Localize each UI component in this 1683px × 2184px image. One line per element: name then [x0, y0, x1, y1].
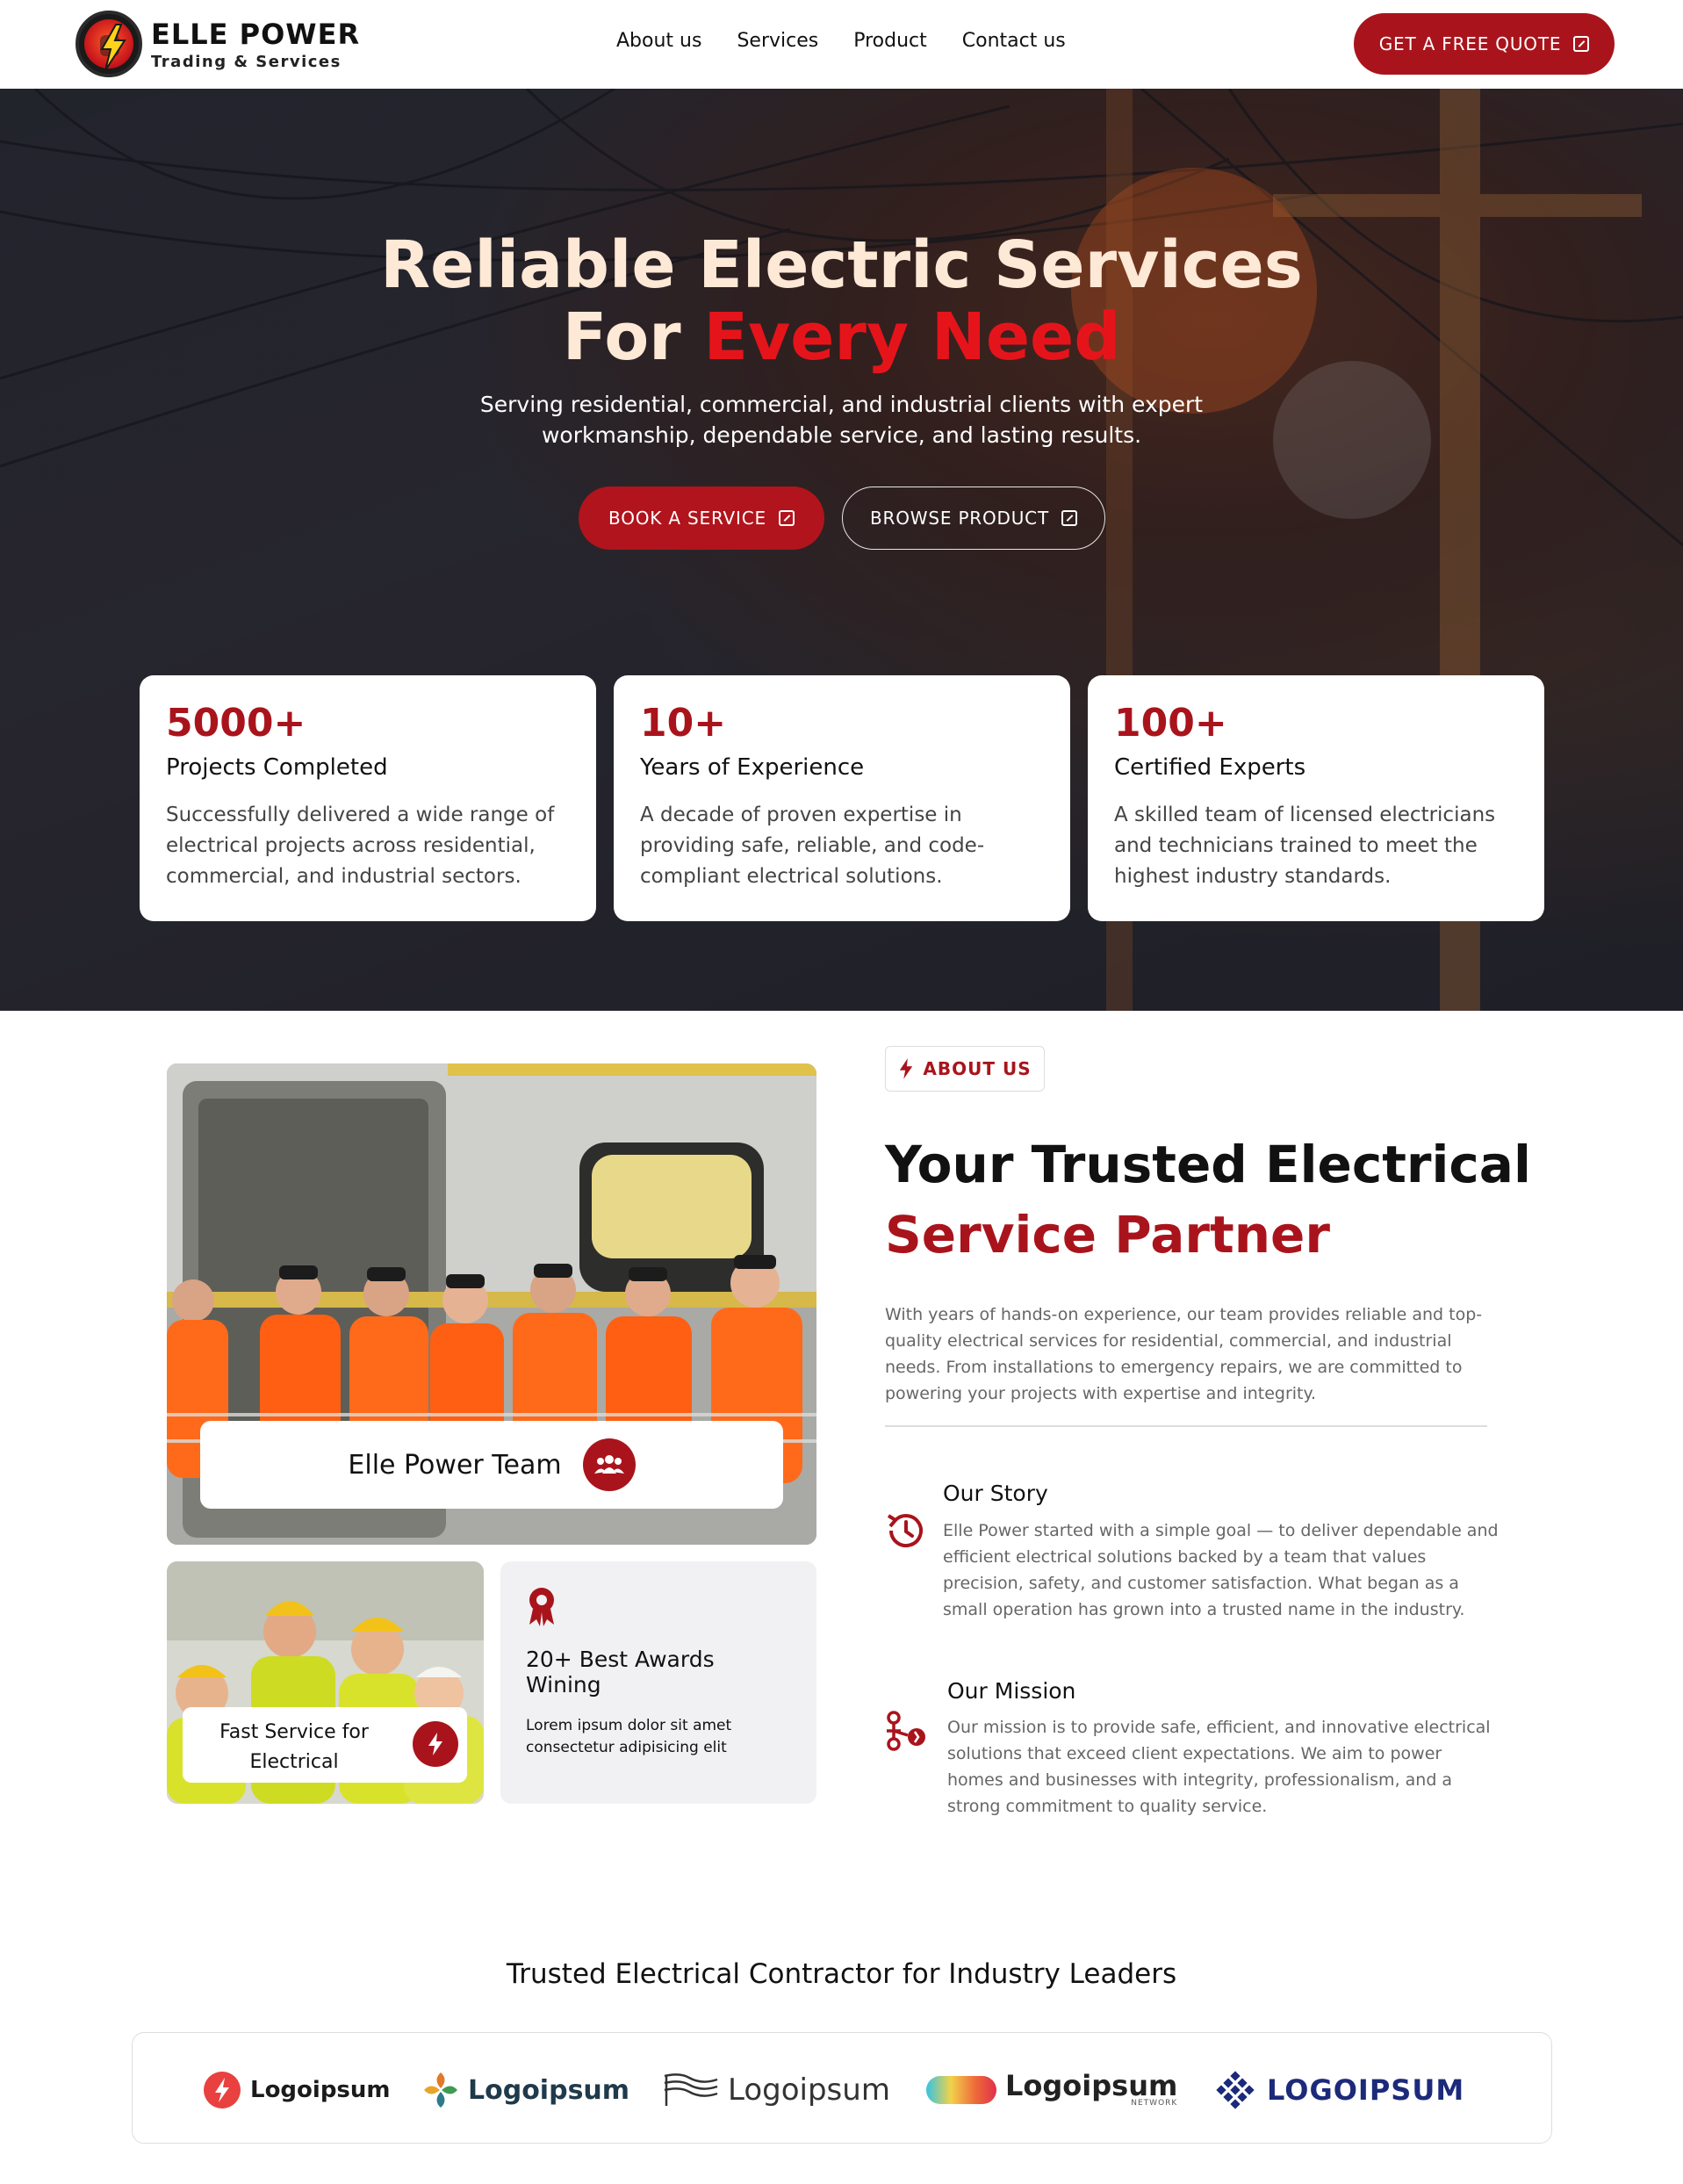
hero-title-plain: For	[562, 299, 704, 375]
browse-product-button[interactable]: BROWSE PRODUCT	[842, 487, 1105, 550]
about-intro: With years of hands-on experience, our t…	[885, 1305, 1483, 1403]
award-ribbon-icon	[526, 1586, 791, 1631]
stat-description: A skilled team of licensed electricians …	[1114, 804, 1496, 888]
lightning-circle-icon	[204, 2072, 241, 2108]
partner-logo-1[interactable]: Logoipsum	[203, 2068, 391, 2112]
our-story-title: Our Story	[943, 1481, 1048, 1506]
our-mission-text: Our mission is to provide safe, efficien…	[947, 1718, 1491, 1816]
diamond-pattern-icon	[1216, 2071, 1255, 2109]
stat-number: 100+	[1114, 701, 1227, 746]
team-label-card: Elle Power Team	[200, 1421, 783, 1509]
nav-contact-us[interactable]: Contact us	[962, 30, 1066, 52]
partner-logo-4-text: Logoipsum	[1005, 2069, 1178, 2102]
our-mission-title: Our Mission	[947, 1678, 1076, 1704]
hero-section: Reliable Electric Services For Every Nee…	[0, 89, 1683, 1011]
external-link-icon	[1061, 510, 1077, 526]
top-navbar: ELLE POWER Trading & Services About us S…	[0, 0, 1683, 89]
partner-logo-3[interactable]: Logoipsum	[663, 2068, 890, 2112]
our-story-text: Elle Power started with a simple goal — …	[943, 1521, 1499, 1619]
stat-card-experience: 10+ Years of Experience A decade of prov…	[614, 675, 1070, 921]
flag-lines-icon	[664, 2073, 718, 2106]
partner-logo-5[interactable]: LOGOIPSUM	[1212, 2068, 1464, 2112]
nav-product[interactable]: Product	[853, 30, 927, 52]
flower-icon	[424, 2072, 457, 2108]
stat-title: Certified Experts	[1114, 754, 1306, 781]
book-service-button[interactable]: BOOK A SERVICE	[579, 487, 824, 550]
partner-logo-4-sub: NETWORK	[1131, 2099, 1178, 2108]
hero-title-accent: Every Need	[703, 299, 1121, 375]
get-free-quote-button[interactable]: GET A FREE QUOTE	[1354, 13, 1615, 75]
about-heading-plain: Your Trusted Electrical	[885, 1135, 1531, 1194]
mission-network-icon	[883, 1709, 927, 1753]
brand-name: ELLE POWER	[151, 18, 361, 51]
lightning-fist-icon	[76, 11, 142, 77]
external-link-icon	[778, 510, 795, 526]
partner-logo-4[interactable]: Logoipsum NETWORK	[926, 2068, 1177, 2112]
hero-title-line2: For Every Need	[0, 301, 1683, 373]
partner-logo-2[interactable]: Logoipsum	[422, 2068, 629, 2112]
about-us-badge-label: ABOUT US	[923, 1058, 1032, 1079]
lightning-icon	[900, 1058, 913, 1079]
hero-title: Reliable Electric Services For Every Nee…	[0, 229, 1683, 373]
stat-description: A decade of proven expertise in providin…	[640, 804, 985, 888]
partner-logo-4-wordmark: Logoipsum NETWORK	[1005, 2072, 1177, 2108]
stat-number: 5000+	[166, 701, 306, 746]
external-link-icon	[1573, 36, 1590, 52]
stat-title: Projects Completed	[166, 754, 388, 781]
divider	[885, 1425, 1487, 1427]
hero-title-line1: Reliable Electric Services	[380, 227, 1303, 303]
history-clock-icon	[883, 1509, 927, 1553]
stat-description: Successfully delivered a wide range of e…	[166, 804, 555, 888]
book-service-label: BOOK A SERVICE	[608, 508, 766, 529]
partner-logo-2-text: Logoipsum	[468, 2074, 630, 2106]
trusted-heading: Trusted Electrical Contractor for Indust…	[506, 1958, 1177, 1990]
partner-logo-strip: Logoipsum Logoipsum Logoipsum Logoipsum …	[132, 2032, 1552, 2144]
browse-product-label: BROWSE PRODUCT	[870, 508, 1049, 529]
brand-tagline: Trading & Services	[151, 53, 342, 71]
about-heading-accent: Service Partner	[885, 1205, 1330, 1265]
brand-logo[interactable]: ELLE POWER Trading & Services	[76, 11, 359, 77]
stat-card-experts: 100+ Certified Experts A skilled team of…	[1088, 675, 1544, 921]
hero-subtitle: Serving residential, commercial, and ind…	[479, 392, 1204, 448]
main-menu: About us Services Product Contact us	[616, 30, 1066, 52]
get-free-quote-label: GET A FREE QUOTE	[1378, 33, 1562, 54]
about-heading: Your Trusted Electrical Service Partner	[885, 1129, 1552, 1270]
partner-logo-5-text: LOGOIPSUM	[1267, 2073, 1465, 2107]
team-label-text: Elle Power Team	[348, 1449, 562, 1481]
award-description: Lorem ipsum dolor sit amet consectetur a…	[526, 1717, 732, 1756]
about-us-badge: ABOUT US	[885, 1046, 1045, 1092]
stat-card-projects: 5000+ Projects Completed Successfully de…	[140, 675, 596, 921]
award-title: 20+ Best Awards Wining	[526, 1647, 715, 1697]
partner-logo-3-text: Logoipsum	[728, 2072, 890, 2108]
stat-number: 10+	[640, 701, 727, 746]
lightning-icon	[413, 1721, 458, 1767]
nav-about-us[interactable]: About us	[616, 30, 701, 52]
fast-service-card: Fast Service for Electrical	[183, 1707, 467, 1783]
partner-logo-1-text: Logoipsum	[250, 2077, 391, 2103]
fast-service-text: Fast Service for Electrical	[219, 1721, 369, 1773]
nav-services[interactable]: Services	[737, 30, 818, 52]
stat-title: Years of Experience	[640, 754, 865, 781]
award-card: 20+ Best Awards Wining Lorem ipsum dolor…	[500, 1561, 816, 1804]
gradient-blob-icon	[926, 2076, 996, 2104]
team-group-icon	[582, 1438, 636, 1491]
